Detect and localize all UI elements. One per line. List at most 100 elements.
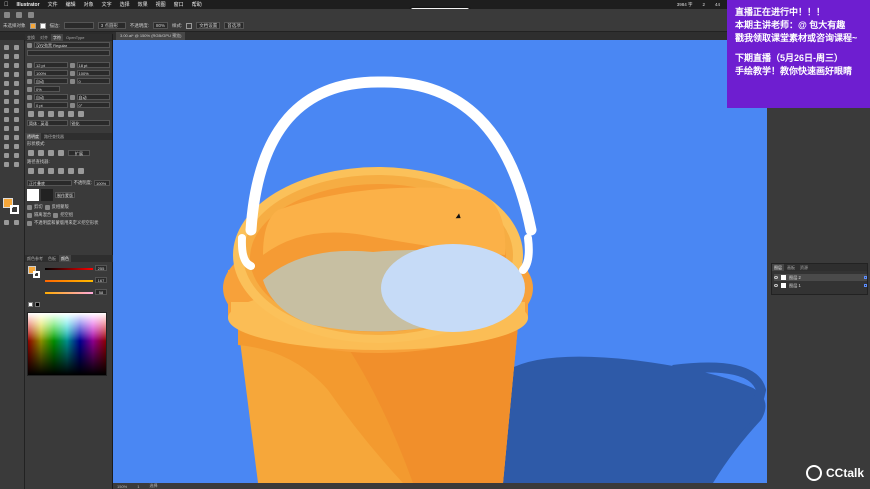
direct-selection-tool-icon[interactable] <box>14 45 19 50</box>
artboard-number[interactable]: 1 <box>137 484 139 489</box>
app-menu[interactable]: Illustrator <box>17 2 40 8</box>
blend-tool-icon[interactable] <box>14 135 19 140</box>
home-icon[interactable] <box>16 11 22 18</box>
free-transform-icon[interactable] <box>14 108 19 113</box>
divide-icon[interactable] <box>28 168 34 174</box>
intersect-icon[interactable] <box>48 150 54 156</box>
color-spectrum[interactable] <box>27 312 107 376</box>
rotation-field[interactable]: 0° <box>76 102 110 108</box>
line-tool-icon[interactable] <box>14 72 19 77</box>
white-swatch[interactable] <box>28 302 33 307</box>
all-caps-icon[interactable] <box>28 111 34 117</box>
menu-object[interactable]: 对象 <box>84 1 94 8</box>
apple-icon[interactable]:  <box>4 2 9 8</box>
doc-settings-button[interactable]: 文档设置 <box>196 22 221 29</box>
invert-checkbox[interactable] <box>44 204 50 210</box>
aki-left-field[interactable]: 自动 <box>34 94 68 100</box>
tab-layers[interactable]: 图层 <box>772 264 784 271</box>
rectangle-tool-icon[interactable] <box>4 81 9 86</box>
opacity-field[interactable]: 80% <box>153 22 169 29</box>
menu-type[interactable]: 文字 <box>102 1 112 8</box>
g-slider[interactable] <box>45 280 93 282</box>
stroke-width-field[interactable] <box>63 22 94 29</box>
tsume-field[interactable]: 0% <box>34 86 60 92</box>
fill-swatch[interactable] <box>29 22 36 29</box>
kerning-field[interactable]: 自动 <box>34 78 68 84</box>
menu-edit[interactable]: 编辑 <box>66 1 76 8</box>
font-family-field[interactable]: 汉仪劲黑 Regular <box>34 42 110 48</box>
opacity-field[interactable]: 100% <box>94 180 110 186</box>
r-slider[interactable] <box>45 268 93 270</box>
zoom-tool-icon[interactable] <box>14 162 19 167</box>
artboard-tool-icon[interactable] <box>4 153 9 158</box>
outline-icon[interactable] <box>68 168 74 174</box>
tab-opentype[interactable]: OpenType <box>64 34 86 41</box>
strikethrough-icon[interactable] <box>78 111 84 117</box>
eyedropper-icon[interactable] <box>4 135 9 140</box>
b-field[interactable]: 58 <box>95 289 107 295</box>
workspace-icon[interactable] <box>28 11 34 18</box>
visibility-icon[interactable] <box>774 284 778 287</box>
knockout-checkbox[interactable] <box>53 212 59 218</box>
menu-view[interactable]: 视图 <box>156 1 166 8</box>
minus-front-icon[interactable] <box>38 150 44 156</box>
trim-icon[interactable] <box>38 168 44 174</box>
g-field[interactable]: 167 <box>95 277 107 283</box>
font-size-field[interactable]: 12 pt <box>34 62 68 68</box>
baseline-field[interactable]: 0 pt <box>34 102 68 108</box>
exclude-icon[interactable] <box>58 150 64 156</box>
tab-pathfinder[interactable]: 路径查找器 <box>42 133 66 140</box>
artboard-canvas[interactable] <box>113 40 767 483</box>
tracking-field[interactable]: 0 <box>76 78 110 84</box>
font-style-field[interactable] <box>27 50 110 56</box>
tab-character[interactable]: 字符 <box>51 34 63 41</box>
tab-assets[interactable]: 资源 <box>798 264 810 271</box>
stroke-swatch[interactable] <box>39 22 46 29</box>
opacity-mask-checkbox[interactable] <box>27 220 32 226</box>
horizontal-scale-field[interactable]: 100% <box>76 70 110 76</box>
tab-align[interactable]: 对齐 <box>38 34 50 41</box>
width-tool-icon[interactable] <box>4 108 9 113</box>
menu-window[interactable]: 窗口 <box>174 1 184 8</box>
leading-field[interactable]: 18 pt <box>76 62 110 68</box>
rotate-tool-icon[interactable] <box>4 99 9 104</box>
tab-artboards[interactable]: 画板 <box>785 264 797 271</box>
underline-icon[interactable] <box>68 111 74 117</box>
blend-mode-select[interactable]: 正片叠底 <box>27 180 72 186</box>
preferences-button[interactable]: 首选项 <box>224 22 244 29</box>
draw-mode-icon[interactable] <box>4 220 9 225</box>
mesh-tool-icon[interactable] <box>4 126 9 131</box>
unite-icon[interactable] <box>28 150 34 156</box>
black-swatch[interactable] <box>35 302 40 307</box>
perspective-icon[interactable] <box>14 117 19 122</box>
magic-wand-icon[interactable] <box>4 54 9 59</box>
layer-target-icon[interactable] <box>864 276 867 279</box>
mask-thumbnail[interactable] <box>27 189 39 201</box>
language-select[interactable]: 简体 · 英语 <box>27 120 68 126</box>
pen-tool-icon[interactable] <box>4 63 9 68</box>
mask-slot[interactable] <box>41 189 53 201</box>
curvature-icon[interactable] <box>14 63 19 68</box>
brush-select[interactable]: 3 点圆形 <box>97 22 126 29</box>
layer-target-icon[interactable] <box>864 284 867 287</box>
type-tool-icon[interactable] <box>4 72 9 77</box>
color-stroke-preview[interactable] <box>33 271 40 278</box>
slice-tool-icon[interactable] <box>14 153 19 158</box>
style-swatch[interactable] <box>186 22 193 29</box>
live-promo-banner[interactable]: 直播正在进行中！！！ 本期主讲老师：@ 包大有趣 戳我领取课堂素材或咨询课程~ … <box>727 0 870 108</box>
vertical-scale-field[interactable]: 100% <box>34 70 68 76</box>
hand-tool-icon[interactable] <box>4 162 9 167</box>
r-field[interactable]: 255 <box>95 265 107 271</box>
layer-row[interactable]: 图层 1 <box>774 282 867 289</box>
layer-row[interactable]: 图层 2 <box>774 274 867 281</box>
scale-tool-icon[interactable] <box>14 99 19 104</box>
visibility-icon[interactable] <box>774 276 778 279</box>
tab-transform[interactable]: 变换 <box>25 34 37 41</box>
gradient-tool-icon[interactable] <box>14 126 19 131</box>
tab-transparency[interactable]: 透明度 <box>25 133 41 140</box>
clip-checkbox[interactable] <box>27 204 32 210</box>
subscript-icon[interactable] <box>58 111 64 117</box>
minus-back-icon[interactable] <box>78 168 84 174</box>
aki-right-field[interactable]: 自动 <box>76 94 110 100</box>
eraser-icon[interactable] <box>14 90 19 95</box>
